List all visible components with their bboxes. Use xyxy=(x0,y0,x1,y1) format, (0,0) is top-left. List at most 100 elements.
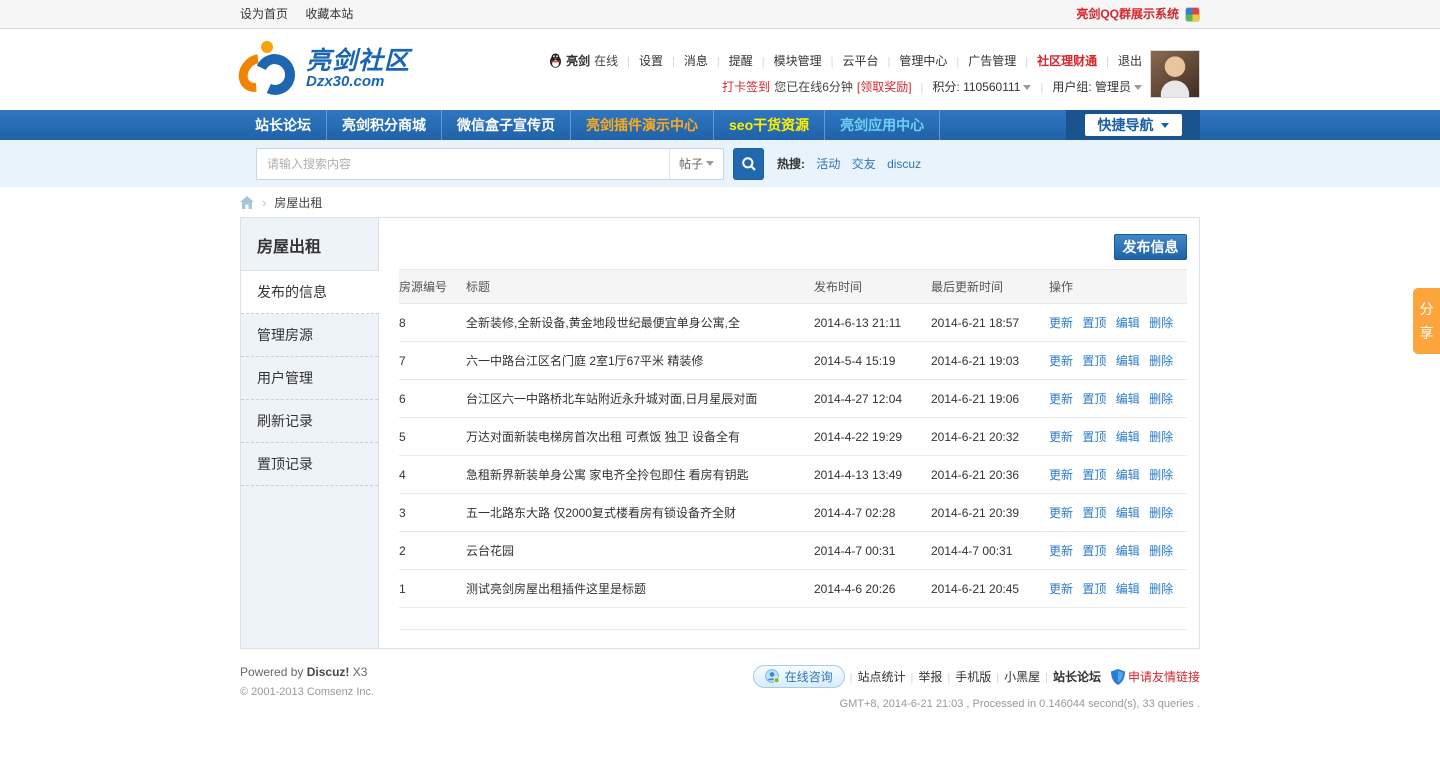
update-action-link[interactable]: 更新 xyxy=(1049,468,1073,482)
friend-link-request[interactable]: 申请友情链接 xyxy=(1110,668,1200,685)
nav-item-credit-mall[interactable]: 亮剑积分商城 xyxy=(327,110,442,140)
quick-nav-button[interactable]: 快捷导航 xyxy=(1066,110,1200,140)
table-row: 2 云台花园 2014-4-7 00:31 2014-4-7 00:31 更新 … xyxy=(399,531,1187,570)
pin-action-link[interactable]: 置顶 xyxy=(1082,544,1106,558)
site-stats-link[interactable]: 站点统计 xyxy=(857,668,905,685)
promo-link[interactable]: 亮剑QQ群展示系统 xyxy=(1076,0,1179,28)
logout-link[interactable]: 退出 xyxy=(1118,52,1142,69)
delete-action-link[interactable]: 删除 xyxy=(1149,506,1173,520)
pin-action-link[interactable]: 置顶 xyxy=(1082,430,1106,444)
pin-action-link[interactable]: 置顶 xyxy=(1082,582,1106,596)
usergroup-dropdown[interactable]: 用户组: 管理员 xyxy=(1052,78,1142,95)
chevron-down-icon xyxy=(706,161,714,166)
mobile-version-link[interactable]: 手机版 xyxy=(955,668,991,685)
sidebar-item-pin-log[interactable]: 置顶记录 xyxy=(241,443,378,486)
listing-id: 8 xyxy=(399,303,466,342)
col-header-id: 房源编号 xyxy=(399,269,466,304)
publish-time: 2014-4-6 20:26 xyxy=(814,569,931,608)
update-action-link[interactable]: 更新 xyxy=(1049,506,1073,520)
delete-action-link[interactable]: 删除 xyxy=(1149,392,1173,406)
publish-info-button[interactable]: 发布信息 xyxy=(1114,234,1187,260)
logo-icon xyxy=(231,41,301,101)
header: 亮剑社区 Dzx30.com 亮剑 在线 设置 消息 提醒 xyxy=(0,29,1440,110)
pin-action-link[interactable]: 置顶 xyxy=(1082,392,1106,406)
set-home-link[interactable]: 设为首页 xyxy=(240,7,288,21)
listing-title-link[interactable]: 测试亮剑房屋出租插件这里是标题 xyxy=(466,582,646,596)
edit-action-link[interactable]: 编辑 xyxy=(1116,506,1140,520)
ad-admin-link[interactable]: 广告管理 xyxy=(968,52,1016,69)
checkin-link[interactable]: 打卡签到 xyxy=(722,78,770,95)
search-input[interactable] xyxy=(257,148,669,179)
edit-action-link[interactable]: 编辑 xyxy=(1116,430,1140,444)
report-link[interactable]: 举报 xyxy=(918,668,942,685)
delete-action-link[interactable]: 删除 xyxy=(1149,430,1173,444)
listing-title-link[interactable]: 五一北路东大路 仅2000复式楼看房有锁设备齐全财 xyxy=(466,506,736,520)
sidebar-item-published-info[interactable]: 发布的信息 xyxy=(241,271,379,314)
pin-action-link[interactable]: 置顶 xyxy=(1082,506,1106,520)
delete-action-link[interactable]: 删除 xyxy=(1149,468,1173,482)
edit-action-link[interactable]: 编辑 xyxy=(1116,354,1140,368)
table-row: 6 台江区六一中路桥北车站附近永升城对面,日月星辰对面 2014-4-27 12… xyxy=(399,379,1187,418)
update-action-link[interactable]: 更新 xyxy=(1049,316,1073,330)
online-service-button[interactable]: 在线咨询 xyxy=(752,665,845,688)
edit-action-link[interactable]: 编辑 xyxy=(1116,316,1140,330)
edit-action-link[interactable]: 编辑 xyxy=(1116,468,1140,482)
username-link[interactable]: 亮剑 xyxy=(566,52,590,69)
update-action-link[interactable]: 更新 xyxy=(1049,582,1073,596)
edit-action-link[interactable]: 编辑 xyxy=(1116,544,1140,558)
edit-action-link[interactable]: 编辑 xyxy=(1116,582,1140,596)
settings-link[interactable]: 设置 xyxy=(639,52,663,69)
pin-action-link[interactable]: 置顶 xyxy=(1082,354,1106,368)
site-logo[interactable]: 亮剑社区 Dzx30.com xyxy=(231,41,410,101)
listing-title-link[interactable]: 急租新界新装单身公寓 家电齐全拎包即住 看房有钥匙 xyxy=(466,468,749,482)
banned-room-link[interactable]: 小黑屋 xyxy=(1004,668,1040,685)
delete-action-link[interactable]: 删除 xyxy=(1149,582,1173,596)
nav-item-seo-resources[interactable]: seo干货资源 xyxy=(714,110,826,140)
delete-action-link[interactable]: 删除 xyxy=(1149,354,1173,368)
finance-link[interactable]: 社区理财通 xyxy=(1037,52,1097,69)
messages-link[interactable]: 消息 xyxy=(684,52,708,69)
hot-link-friends[interactable]: 交友 xyxy=(852,157,876,171)
bookmark-link[interactable]: 收藏本站 xyxy=(305,7,353,21)
listing-title-link[interactable]: 云台花园 xyxy=(466,544,514,558)
reminders-link[interactable]: 提醒 xyxy=(729,52,753,69)
hot-link-activity[interactable]: 活动 xyxy=(816,157,840,171)
module-admin-link[interactable]: 模块管理 xyxy=(774,52,822,69)
credits-dropdown[interactable]: 积分: 110560111 xyxy=(932,78,1032,95)
nav-item-forum[interactable]: 站长论坛 xyxy=(240,110,327,140)
update-action-link[interactable]: 更新 xyxy=(1049,354,1073,368)
sidebar-item-manage-listings[interactable]: 管理房源 xyxy=(241,314,378,357)
listing-title-link[interactable]: 万达对面新装电梯房首次出租 可煮饭 独卫 设备全有 xyxy=(466,430,740,444)
pin-action-link[interactable]: 置顶 xyxy=(1082,316,1106,330)
colorful-app-icon[interactable] xyxy=(1185,6,1200,22)
delete-action-link[interactable]: 删除 xyxy=(1149,544,1173,558)
webmaster-forum-link[interactable]: 站长论坛 xyxy=(1053,668,1101,685)
update-action-link[interactable]: 更新 xyxy=(1049,544,1073,558)
pin-action-link[interactable]: 置顶 xyxy=(1082,468,1106,482)
edit-action-link[interactable]: 编辑 xyxy=(1116,392,1140,406)
discuz-link[interactable]: Discuz! xyxy=(307,665,350,679)
cloud-platform-link[interactable]: 云平台 xyxy=(842,52,878,69)
sidebar-item-refresh-log[interactable]: 刷新记录 xyxy=(241,400,378,443)
update-action-link[interactable]: 更新 xyxy=(1049,392,1073,406)
admin-center-link[interactable]: 管理中心 xyxy=(899,52,947,69)
delete-action-link[interactable]: 删除 xyxy=(1149,316,1173,330)
listing-title-link[interactable]: 全新装修,全新设备,黄金地段世纪最便宜单身公寓,全 xyxy=(466,316,740,330)
claim-reward-link[interactable]: [领取奖励] xyxy=(857,78,912,95)
listing-title-link[interactable]: 六一中路台江区名门庭 2室1厅67平米 精装修 xyxy=(466,354,703,368)
search-type-dropdown[interactable]: 帖子 xyxy=(669,148,723,179)
table-row: 1 测试亮剑房屋出租插件这里是标题 2014-4-6 20:26 2014-6-… xyxy=(399,569,1187,608)
listing-title-link[interactable]: 台江区六一中路桥北车站附近永升城对面,日月星辰对面 xyxy=(466,392,757,406)
update-action-link[interactable]: 更新 xyxy=(1049,430,1073,444)
nav-item-plugin-demo[interactable]: 亮剑插件演示中心 xyxy=(571,110,714,140)
breadcrumb: 房屋出租 xyxy=(240,187,1200,217)
home-icon[interactable] xyxy=(240,195,254,209)
hot-link-discuz[interactable]: discuz xyxy=(887,157,921,171)
sidebar-item-user-management[interactable]: 用户管理 xyxy=(241,357,378,400)
avatar[interactable] xyxy=(1150,50,1200,98)
breadcrumb-separator xyxy=(254,195,274,210)
search-button[interactable] xyxy=(733,147,764,180)
share-tab[interactable]: 分享 xyxy=(1413,288,1440,354)
nav-item-app-center[interactable]: 亮剑应用中心 xyxy=(825,110,941,140)
nav-item-wechat-box[interactable]: 微信盒子宣传页 xyxy=(442,110,571,140)
